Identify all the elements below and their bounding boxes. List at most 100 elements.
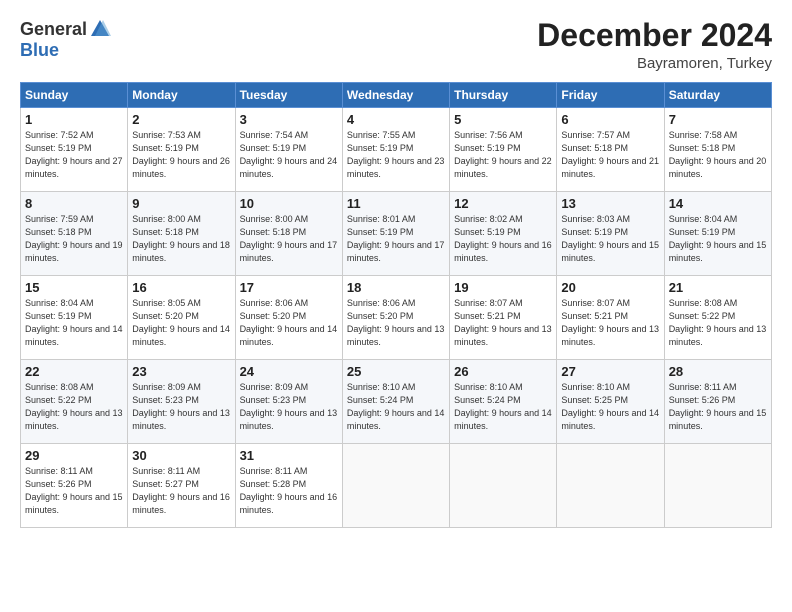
day-info: Sunrise: 7:55 AMSunset: 5:19 PMDaylight:…: [347, 130, 445, 179]
logo-general-text: General: [20, 19, 87, 40]
day-number: 2: [132, 112, 230, 127]
day-info: Sunrise: 8:08 AMSunset: 5:22 PMDaylight:…: [25, 382, 123, 431]
day-info: Sunrise: 8:03 AMSunset: 5:19 PMDaylight:…: [561, 214, 659, 263]
day-info: Sunrise: 8:04 AMSunset: 5:19 PMDaylight:…: [25, 298, 123, 347]
day-info: Sunrise: 8:05 AMSunset: 5:20 PMDaylight:…: [132, 298, 230, 347]
calendar-day-cell: [557, 444, 664, 528]
logo: General Blue: [20, 18, 111, 61]
calendar-week-row: 1 Sunrise: 7:52 AMSunset: 5:19 PMDaylight…: [21, 108, 772, 192]
calendar-day-cell: 23 Sunrise: 8:09 AMSunset: 5:23 PMDayligh…: [128, 360, 235, 444]
header-saturday: Saturday: [664, 83, 771, 108]
calendar-week-row: 29 Sunrise: 8:11 AMSunset: 5:26 PMDayligh…: [21, 444, 772, 528]
day-number: 4: [347, 112, 445, 127]
calendar-day-cell: 10 Sunrise: 8:00 AMSunset: 5:18 PMDayligh…: [235, 192, 342, 276]
day-info: Sunrise: 7:54 AMSunset: 5:19 PMDaylight:…: [240, 130, 338, 179]
day-info: Sunrise: 8:10 AMSunset: 5:24 PMDaylight:…: [347, 382, 445, 431]
day-number: 16: [132, 280, 230, 295]
calendar-day-cell: 21 Sunrise: 8:08 AMSunset: 5:22 PMDayligh…: [664, 276, 771, 360]
calendar-day-cell: 7 Sunrise: 7:58 AMSunset: 5:18 PMDaylight…: [664, 108, 771, 192]
day-number: 21: [669, 280, 767, 295]
day-number: 14: [669, 196, 767, 211]
calendar-day-cell: 26 Sunrise: 8:10 AMSunset: 5:24 PMDayligh…: [450, 360, 557, 444]
day-number: 26: [454, 364, 552, 379]
day-number: 10: [240, 196, 338, 211]
day-info: Sunrise: 7:57 AMSunset: 5:18 PMDaylight:…: [561, 130, 659, 179]
day-info: Sunrise: 7:59 AMSunset: 5:18 PMDaylight:…: [25, 214, 123, 263]
calendar-day-cell: 12 Sunrise: 8:02 AMSunset: 5:19 PMDayligh…: [450, 192, 557, 276]
calendar-day-cell: 30 Sunrise: 8:11 AMSunset: 5:27 PMDayligh…: [128, 444, 235, 528]
calendar-day-cell: 15Sunrise: 8:04 AMSunset: 5:19 PMDayligh…: [21, 276, 128, 360]
day-info: Sunrise: 8:01 AMSunset: 5:19 PMDaylight:…: [347, 214, 445, 263]
header-thursday: Thursday: [450, 83, 557, 108]
day-info: Sunrise: 8:08 AMSunset: 5:22 PMDaylight:…: [669, 298, 767, 347]
day-info: Sunrise: 8:07 AMSunset: 5:21 PMDaylight:…: [454, 298, 552, 347]
day-number: 23: [132, 364, 230, 379]
calendar-day-cell: 16 Sunrise: 8:05 AMSunset: 5:20 PMDayligh…: [128, 276, 235, 360]
day-info: Sunrise: 8:00 AMSunset: 5:18 PMDaylight:…: [240, 214, 338, 263]
day-info: Sunrise: 8:11 AMSunset: 5:26 PMDaylight:…: [669, 382, 767, 431]
page: General Blue December 2024 Bayramoren, T…: [0, 0, 792, 612]
calendar-day-cell: 13 Sunrise: 8:03 AMSunset: 5:19 PMDayligh…: [557, 192, 664, 276]
logo-icon: [89, 18, 111, 40]
day-number: 3: [240, 112, 338, 127]
header-wednesday: Wednesday: [342, 83, 449, 108]
day-number: 27: [561, 364, 659, 379]
day-number: 28: [669, 364, 767, 379]
logo-blue-text: Blue: [20, 40, 59, 61]
day-info: Sunrise: 8:09 AMSunset: 5:23 PMDaylight:…: [240, 382, 338, 431]
day-number: 25: [347, 364, 445, 379]
calendar-day-cell: 27Sunrise: 8:10 AMSunset: 5:25 PMDayligh…: [557, 360, 664, 444]
day-info: Sunrise: 8:04 AMSunset: 5:19 PMDaylight:…: [669, 214, 767, 263]
day-info: Sunrise: 8:11 AMSunset: 5:26 PMDaylight:…: [25, 466, 123, 515]
day-info: Sunrise: 8:11 AMSunset: 5:27 PMDaylight:…: [132, 466, 230, 515]
calendar-day-cell: 28 Sunrise: 8:11 AMSunset: 5:26 PMDayligh…: [664, 360, 771, 444]
header-monday: Monday: [128, 83, 235, 108]
day-info: Sunrise: 8:07 AMSunset: 5:21 PMDaylight:…: [561, 298, 659, 347]
day-info: Sunrise: 7:52 AMSunset: 5:19 PMDaylight:…: [25, 130, 123, 179]
day-number: 5: [454, 112, 552, 127]
title-block: December 2024 Bayramoren, Turkey: [537, 18, 772, 72]
day-info: Sunrise: 8:10 AMSunset: 5:24 PMDaylight:…: [454, 382, 552, 431]
calendar-day-cell: 3 Sunrise: 7:54 AMSunset: 5:19 PMDaylight…: [235, 108, 342, 192]
calendar-day-cell: 19 Sunrise: 8:07 AMSunset: 5:21 PMDayligh…: [450, 276, 557, 360]
day-number: 19: [454, 280, 552, 295]
calendar-day-cell: 11 Sunrise: 8:01 AMSunset: 5:19 PMDayligh…: [342, 192, 449, 276]
day-number: 30: [132, 448, 230, 463]
day-number: 13: [561, 196, 659, 211]
calendar-day-cell: 20 Sunrise: 8:07 AMSunset: 5:21 PMDayligh…: [557, 276, 664, 360]
day-number: 12: [454, 196, 552, 211]
calendar-day-cell: 1 Sunrise: 7:52 AMSunset: 5:19 PMDaylight…: [21, 108, 128, 192]
header-friday: Friday: [557, 83, 664, 108]
day-info: Sunrise: 8:06 AMSunset: 5:20 PMDaylight:…: [347, 298, 445, 347]
calendar-day-cell: 6Sunrise: 7:57 AMSunset: 5:18 PMDaylight…: [557, 108, 664, 192]
day-info: Sunrise: 8:06 AMSunset: 5:20 PMDaylight:…: [240, 298, 338, 347]
day-number: 29: [25, 448, 123, 463]
day-number: 7: [669, 112, 767, 127]
day-info: Sunrise: 8:02 AMSunset: 5:19 PMDaylight:…: [454, 214, 552, 263]
day-number: 31: [240, 448, 338, 463]
calendar-day-cell: [664, 444, 771, 528]
calendar-day-cell: 5Sunrise: 7:56 AMSunset: 5:19 PMDaylight…: [450, 108, 557, 192]
header-tuesday: Tuesday: [235, 83, 342, 108]
day-number: 20: [561, 280, 659, 295]
calendar-week-row: 15Sunrise: 8:04 AMSunset: 5:19 PMDayligh…: [21, 276, 772, 360]
calendar-day-cell: [342, 444, 449, 528]
day-number: 22: [25, 364, 123, 379]
calendar-day-cell: 9Sunrise: 8:00 AMSunset: 5:18 PMDaylight…: [128, 192, 235, 276]
calendar-day-cell: 22 Sunrise: 8:08 AMSunset: 5:22 PMDayligh…: [21, 360, 128, 444]
calendar-day-cell: 24Sunrise: 8:09 AMSunset: 5:23 PMDayligh…: [235, 360, 342, 444]
day-info: Sunrise: 7:58 AMSunset: 5:18 PMDaylight:…: [669, 130, 767, 179]
calendar-day-cell: 17Sunrise: 8:06 AMSunset: 5:20 PMDayligh…: [235, 276, 342, 360]
day-number: 1: [25, 112, 123, 127]
day-number: 11: [347, 196, 445, 211]
calendar-day-cell: 2Sunrise: 7:53 AMSunset: 5:19 PMDaylight…: [128, 108, 235, 192]
calendar-header-row: Sunday Monday Tuesday Wednesday Thursday…: [21, 83, 772, 108]
day-info: Sunrise: 8:11 AMSunset: 5:28 PMDaylight:…: [240, 466, 338, 515]
day-number: 9: [132, 196, 230, 211]
calendar-day-cell: 8Sunrise: 7:59 AMSunset: 5:18 PMDaylight…: [21, 192, 128, 276]
calendar-day-cell: 31 Sunrise: 8:11 AMSunset: 5:28 PMDayligh…: [235, 444, 342, 528]
calendar-day-cell: 25 Sunrise: 8:10 AMSunset: 5:24 PMDayligh…: [342, 360, 449, 444]
header-sunday: Sunday: [21, 83, 128, 108]
day-info: Sunrise: 8:09 AMSunset: 5:23 PMDaylight:…: [132, 382, 230, 431]
location-title: Bayramoren, Turkey: [537, 55, 772, 72]
